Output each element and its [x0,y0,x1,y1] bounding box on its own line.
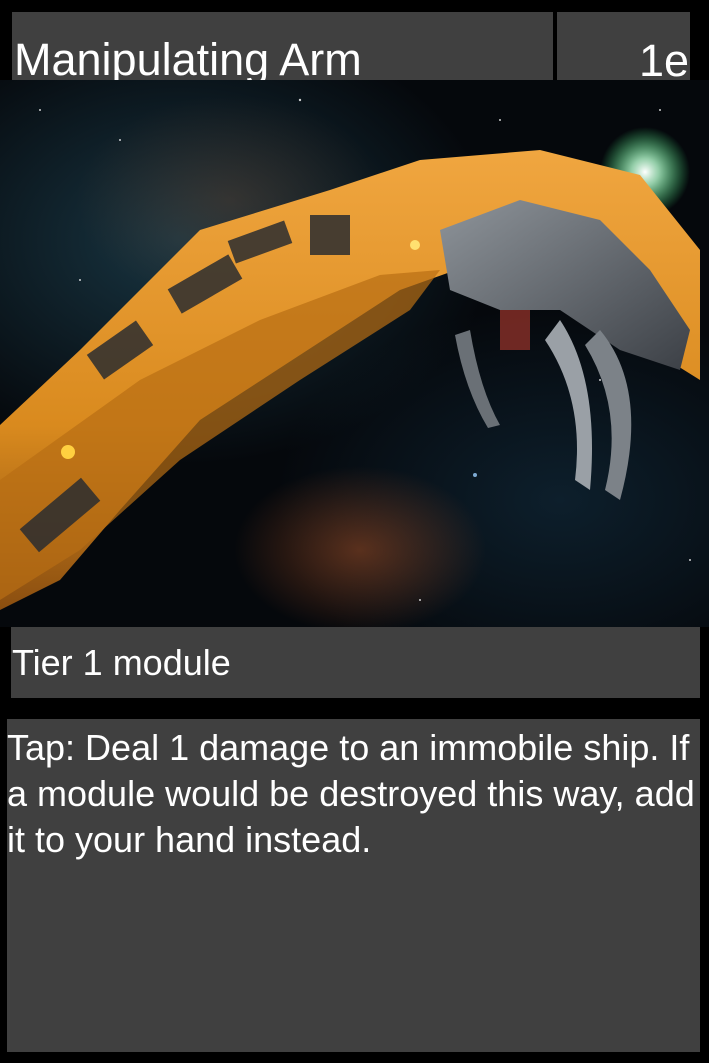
card-art [0,80,709,627]
card-rules-box: Tap: Deal 1 damage to an immobile ship. … [7,719,700,1052]
card-cost: 1e [638,35,689,80]
card-title: Manipulating Arm [14,34,362,80]
card-cost-box: 1e [557,12,690,80]
mechanical-arm-illustration [0,98,700,610]
card-title-bar: Manipulating Arm [12,12,553,80]
card-rules-text: Tap: Deal 1 damage to an immobile ship. … [7,727,695,860]
card-type-bar: Tier 1 module [11,627,700,698]
card-type-line: Tier 1 module [12,642,231,683]
